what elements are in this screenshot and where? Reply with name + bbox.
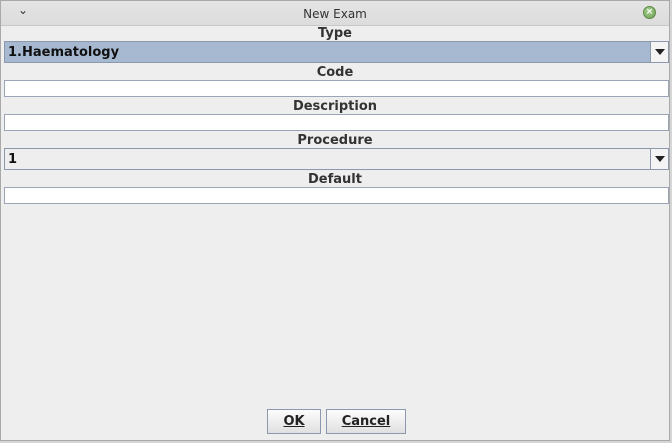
window-title: New Exam <box>303 7 367 21</box>
new-exam-dialog: ⌄ New Exam × Type 1.Haematology Code Des… <box>0 0 670 441</box>
default-field[interactable] <box>4 187 669 204</box>
ok-button[interactable]: OK <box>267 409 321 434</box>
description-label: Description <box>292 99 378 114</box>
close-icon[interactable]: × <box>643 6 656 19</box>
caret-down-icon <box>655 156 665 162</box>
code-label: Code <box>316 65 354 80</box>
procedure-dropdown-button[interactable] <box>650 149 668 169</box>
default-label: Default <box>308 172 362 187</box>
type-select-value: 1.Haematology <box>8 45 120 60</box>
procedure-select[interactable]: 1 <box>4 148 669 170</box>
code-field[interactable] <box>4 80 669 97</box>
cancel-button[interactable]: Cancel <box>326 409 406 434</box>
type-select[interactable]: 1.Haematology <box>4 41 669 63</box>
description-field[interactable] <box>4 114 669 131</box>
type-label: Type <box>318 26 352 41</box>
procedure-select-value: 1 <box>8 152 18 167</box>
procedure-label: Procedure <box>297 133 373 148</box>
title-bar: ⌄ New Exam × <box>1 1 669 26</box>
type-dropdown-button[interactable] <box>650 42 668 62</box>
caret-down-icon <box>655 49 665 55</box>
